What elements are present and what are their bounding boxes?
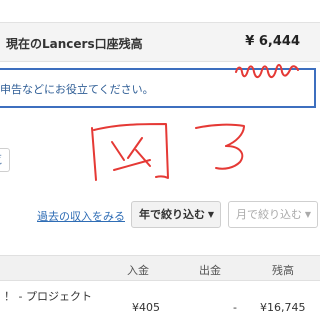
table-row[interactable]: ！ - プロジェクト ¥405 - ¥16,745 [0, 281, 320, 314]
kanji-stroke-inner-c [135, 149, 151, 167]
header-withdrawal: 出金 [199, 264, 221, 277]
notice-text: 申告などにお役立てください。 [0, 83, 154, 96]
kana-stroke-top [195, 123, 245, 147]
kanji-stroke-inner-d [113, 159, 151, 171]
row-deposit: ¥405 [132, 301, 160, 314]
row-name[interactable]: ！ - プロジェクト [4, 288, 92, 304]
kanji-stroke-frame [93, 123, 169, 179]
month-filter-label: 月で絞り込む [236, 208, 302, 221]
row-balance: ¥16,745 [260, 301, 306, 314]
year-filter-select[interactable]: 年で絞り込む ▼ [131, 201, 221, 228]
view-list-label: 覧 [0, 149, 2, 171]
kanji-stroke-left [91, 127, 97, 181]
month-filter-select[interactable]: 月で絞り込む ▼ [228, 201, 318, 228]
kana-stroke-curl [215, 145, 244, 170]
view-list-button[interactable]: 覧 [0, 148, 10, 172]
past-income-link[interactable]: 過去の収入をみる [37, 208, 125, 224]
year-filter-label: 年で絞り込む [139, 208, 205, 221]
caret-down-icon: ▼ [304, 210, 311, 219]
row-withdrawal: - [233, 301, 237, 314]
notice-box: 申告などにお役立てください。 [0, 68, 316, 108]
kanji-stroke-inner-a [111, 141, 125, 161]
balance-label: 現在のLancers口座残高 [6, 37, 143, 51]
kanji-stroke-inner-b [127, 137, 143, 159]
caret-down-icon: ▼ [207, 210, 214, 219]
balance-amount: ¥ 6,444 [245, 34, 300, 49]
table-header: 入金 出金 残高 [0, 255, 320, 281]
balance-summary: 現在のLancers口座残高 ¥ 6,444 [0, 22, 320, 62]
header-balance: 残高 [272, 264, 294, 277]
header-deposit: 入金 [127, 264, 149, 277]
